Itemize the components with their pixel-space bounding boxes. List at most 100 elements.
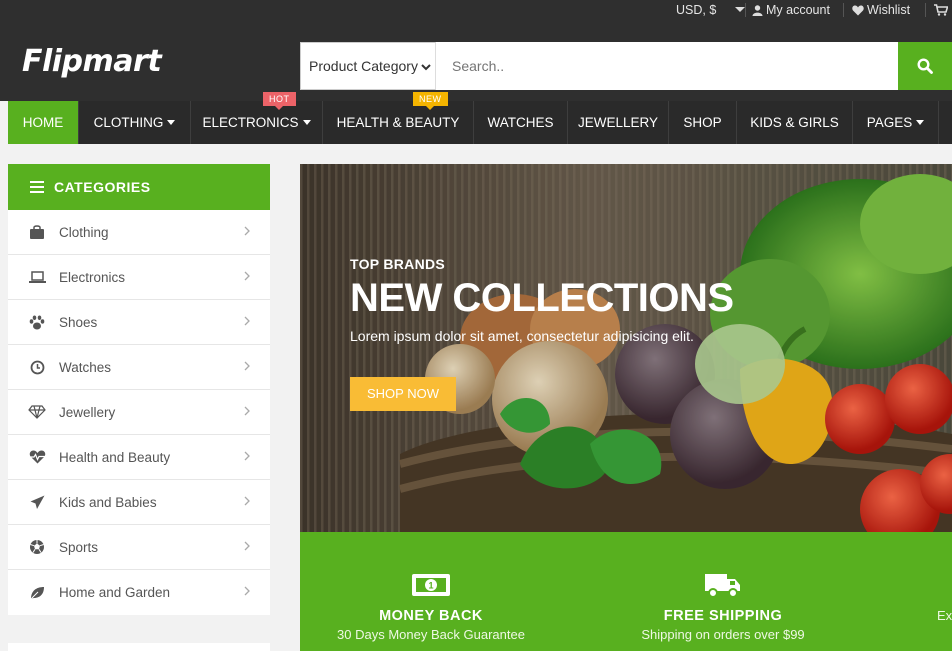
hero-description: Lorem ipsum dolor sit amet, consectetur … [350,328,694,344]
my-account-label: My account [766,3,830,17]
header: Flipmart Product Category [0,20,952,101]
heart-icon [852,5,864,15]
category-item-sports[interactable]: Sports [8,525,270,570]
info-title: MONEY BACK [379,608,483,624]
shop-now-button[interactable]: Shop Now [350,377,456,411]
category-item-clothing[interactable]: Clothing [8,210,270,255]
nav-label: Health & Beauty [336,115,460,130]
category-label: Home and Garden [59,585,171,600]
category-label: Health and Beauty [59,449,171,465]
hero-banner: TOP BRANDS NEW COLLECTIONS Lorem ipsum d… [300,164,952,532]
info-box-money-back: 1 MONEY BACK 30 Days Money Back Guarante… [301,532,561,642]
chevron-right-icon [244,316,250,326]
nav-item-health-beauty[interactable]: Health & Beauty [323,101,474,144]
categories-title: CATEGORIES [54,179,151,195]
info-desc: Ex [937,608,952,623]
category-item-electronics[interactable]: Electronics [8,255,270,300]
currency-selector[interactable]: USD, $ [676,0,746,20]
nav-item-shop[interactable]: Shop [669,101,737,144]
product-category-value: Product Category [309,58,418,74]
search-input[interactable] [436,42,898,90]
heartbeat-icon [28,448,46,466]
nav-item-clothing[interactable]: Clothing [79,101,191,144]
category-item-watches[interactable]: Watches [8,345,270,390]
my-account-link[interactable]: My account [752,0,830,20]
category-label: Clothing [59,224,109,240]
caret-down-icon [167,120,176,125]
nav-label: Clothing [93,115,164,130]
caret-down-icon [302,120,311,125]
truck-icon [593,570,853,600]
chevron-right-icon [244,451,250,461]
nav-item-kids-girls[interactable]: Kids & Girls [737,101,853,144]
category-item-home-garden[interactable]: Home and Garden [8,570,270,615]
category-item-kids-babies[interactable]: Kids and Babies [8,480,270,525]
chevron-right-icon [244,271,250,281]
nav-label: Shop [683,115,722,130]
categories-header: CATEGORIES [8,164,270,210]
nav-label: Home [22,115,64,130]
info-box-free-shipping: FREE SHIPPING Shipping on orders over $9… [593,532,853,642]
menu-icon [30,181,44,193]
category-label: Kids and Babies [59,494,157,510]
soccer-ball-icon [28,538,46,556]
info-box-partial: Ex [937,532,952,623]
hero-subtitle: TOP BRANDS [350,256,446,272]
nav-label: Electronics [202,115,299,130]
category-item-jewellery[interactable]: Jewellery [8,390,270,435]
nav-label: Pages [866,115,913,130]
leaf-icon [28,584,46,602]
nav-label: Kids & Girls [750,115,839,130]
category-label: Sports [59,539,99,555]
hero-text: TOP BRANDS NEW COLLECTIONS Lorem ipsum d… [350,256,734,344]
cart-link[interactable] [934,0,948,20]
money-icon: 1 [301,570,561,600]
category-label: Watches [59,359,112,375]
info-desc: Shipping on orders over $99 [641,627,805,642]
new-badge: NEW [413,92,448,110]
nav-label: Jewellery [577,115,659,130]
currency-label: USD, $ [676,3,717,17]
nav-item-watches[interactable]: Watches [474,101,568,144]
category-label: Electronics [59,269,126,285]
category-label: Shoes [59,314,98,330]
search-bar: Product Category [300,42,952,90]
shopping-bag-icon [28,223,46,241]
chevron-down-icon [735,7,746,12]
paw-icon [28,313,46,331]
chevron-right-icon [244,541,250,551]
diamond-icon [28,403,46,421]
main-nav: Home Clothing Electronics Health & Beaut… [8,101,952,144]
hot-badge: HOT [263,92,296,110]
product-category-select[interactable]: Product Category [300,42,436,90]
info-title: FREE SHIPPING [663,608,783,624]
wishlist-label: Wishlist [867,3,911,17]
logo[interactable]: Flipmart [22,44,162,79]
hero-title: NEW COLLECTIONS [350,276,734,320]
category-item-health-beauty[interactable]: Health and Beauty [8,435,270,480]
nav-item-jewellery[interactable]: Jewellery [568,101,669,144]
sidebar-widget [8,643,270,651]
chevron-down-icon [421,64,431,71]
category-item-shoes[interactable]: Shoes [8,300,270,345]
nav-item-home[interactable]: Home [8,101,79,144]
nav-item-electronics[interactable]: Electronics [191,101,323,144]
caret-down-icon [916,120,925,125]
cart-icon [934,4,948,16]
top-bar: USD, $ My account Wishlist [0,0,952,20]
categories-sidebar: CATEGORIES Clothing Electronics Shoes Wa… [8,164,270,615]
search-icon [917,58,933,74]
nav-item-pages[interactable]: Pages [853,101,939,144]
laptop-icon [28,268,46,286]
info-strip: 1 MONEY BACK 30 Days Money Back Guarante… [300,532,952,651]
divider [745,3,746,17]
divider [925,3,926,17]
paper-plane-icon [28,493,46,511]
chevron-right-icon [244,226,250,236]
wishlist-link[interactable]: Wishlist [852,0,910,20]
chevron-right-icon [244,361,250,371]
info-desc: 30 Days Money Back Guarantee [337,627,525,642]
chevron-right-icon [244,586,250,596]
search-button[interactable] [898,42,952,90]
hero-background-image [300,164,952,532]
